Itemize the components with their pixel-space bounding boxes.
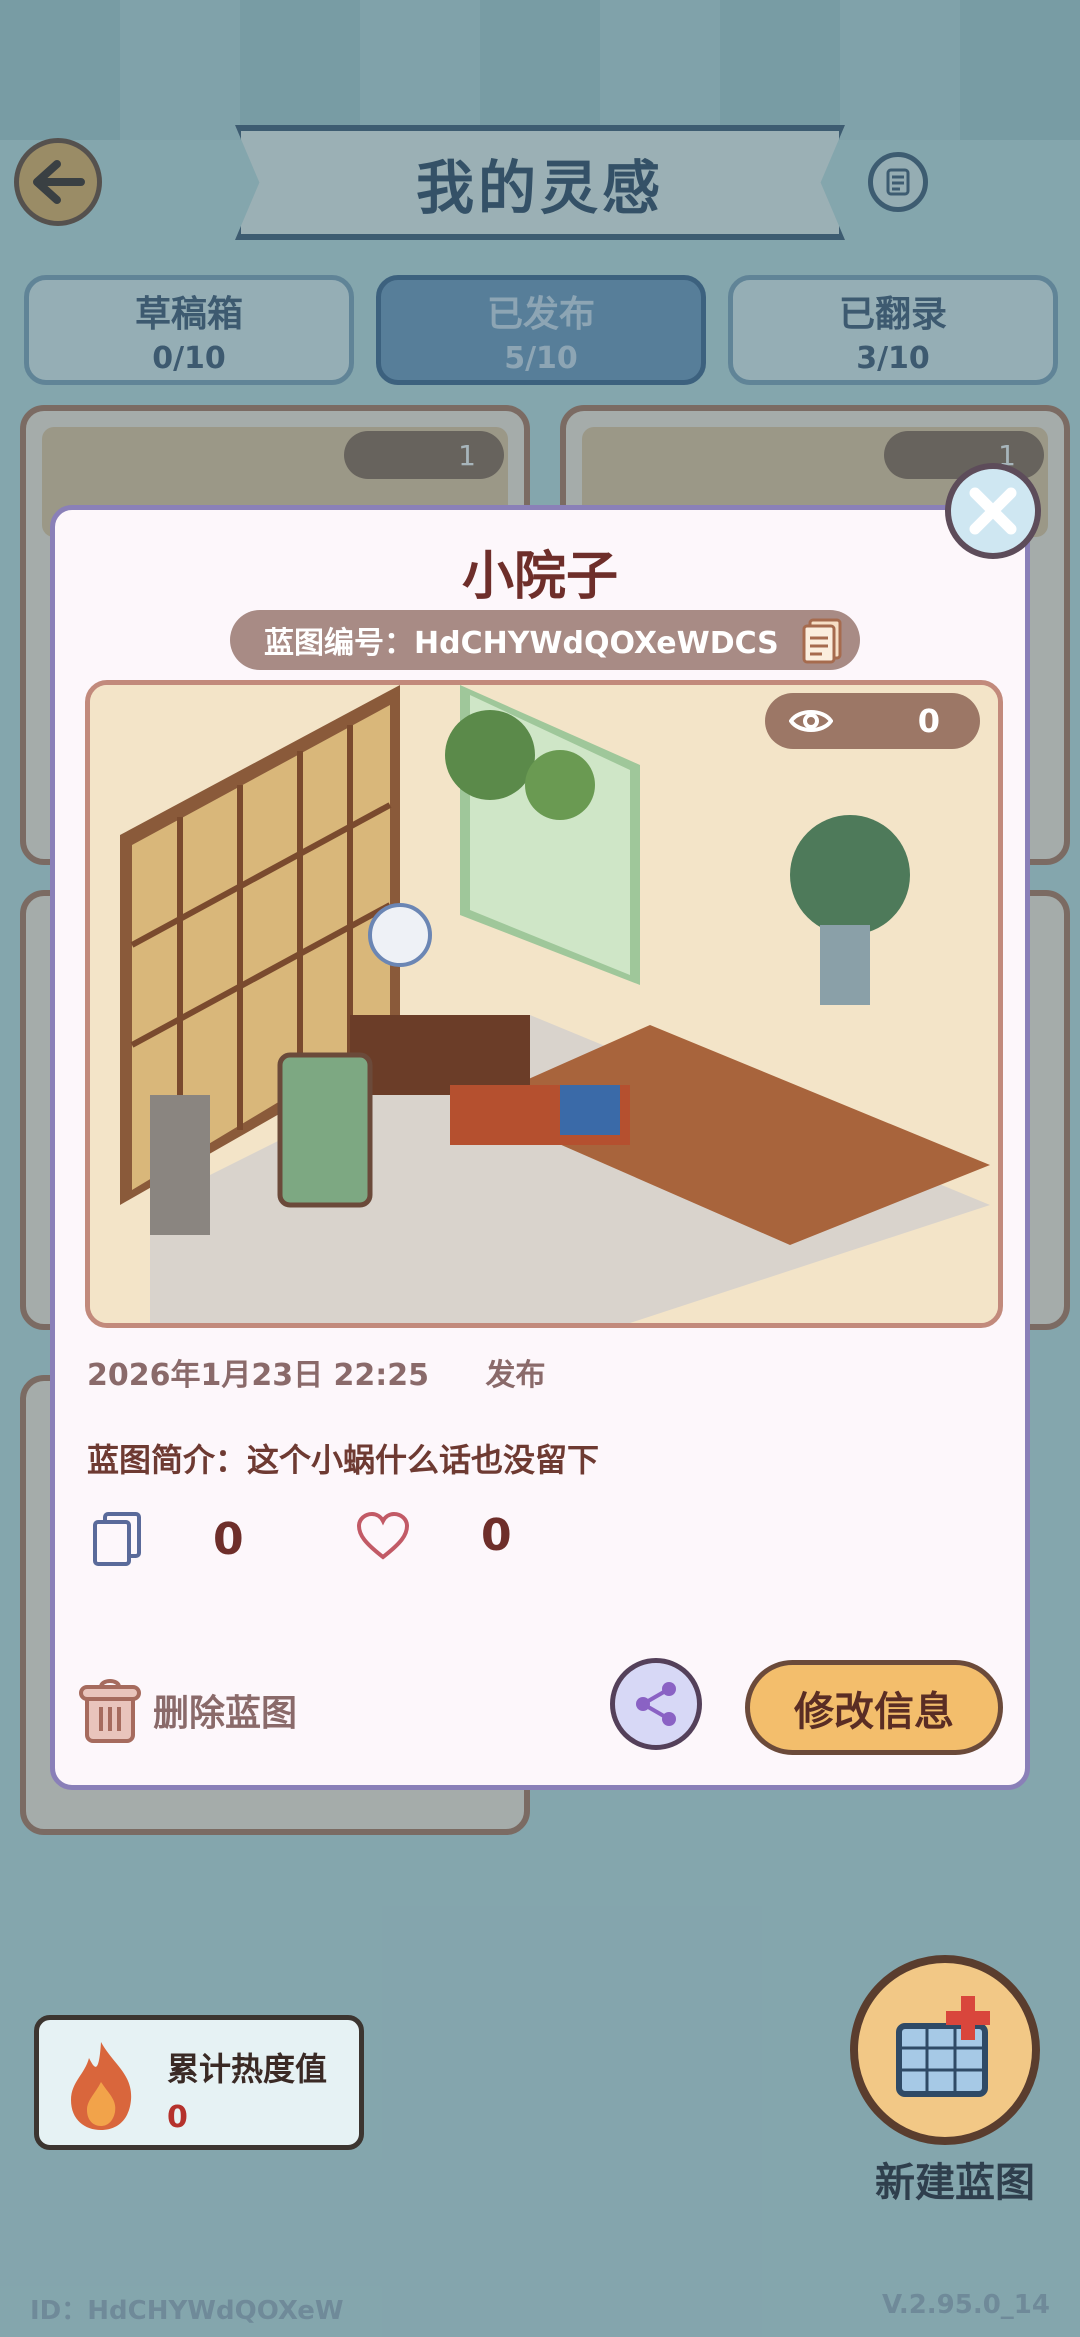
copy-count: 0	[91, 1510, 244, 1568]
new-blueprint-button[interactable]	[850, 1955, 1040, 2145]
new-blueprint-label: 新建蓝图	[875, 2160, 1035, 2206]
publish-date: 2026年1月23日 22:25	[87, 1358, 430, 1393]
eye-icon	[789, 710, 833, 732]
publish-info: 2026年1月23日 22:25 发布	[87, 1350, 546, 1394]
close-icon	[969, 487, 1017, 535]
copy-icon[interactable]	[800, 616, 846, 664]
user-id: ID：HdCHYWdQOXeW	[30, 2296, 344, 2326]
delete-blueprint-button[interactable]: 删除蓝图	[77, 1675, 297, 1745]
heat-label: 累计热度值	[167, 2050, 328, 2088]
copy-count-value: 0	[213, 1513, 244, 1565]
blueprint-description: 蓝图简介：这个小蜗什么话也没留下	[87, 1441, 600, 1479]
publish-status: 发布	[485, 1358, 546, 1393]
preview-view-count-value: 0	[917, 702, 940, 740]
close-button[interactable]	[945, 463, 1041, 559]
trash-icon	[79, 1679, 141, 1743]
copy-count-icon	[93, 1512, 141, 1566]
preview-view-count: 0	[765, 693, 980, 749]
room-illustration	[90, 685, 998, 1323]
share-icon	[636, 1682, 676, 1726]
blueprint-preview-image: 0	[85, 680, 1003, 1328]
fire-icon	[71, 2042, 132, 2130]
blueprint-code-text: 蓝图编号：HdCHYWdQOXeWDCS	[264, 626, 779, 661]
blueprint-title: 小院子	[461, 547, 618, 607]
heat-value: 0	[167, 2100, 188, 2135]
like-count: 0	[355, 1510, 512, 1561]
share-button[interactable]	[610, 1658, 702, 1750]
edit-info-button[interactable]: 修改信息	[745, 1660, 1003, 1755]
heat-panel: 累计热度值 0	[34, 2015, 364, 2150]
blueprint-code: 蓝图编号：HdCHYWdQOXeWDCS	[230, 610, 860, 670]
blueprint-detail-modal: 小院子 蓝图编号：HdCHYWdQOXeWDCS 0 2026年1月23日 22…	[50, 505, 1030, 1790]
new-blueprint-icon	[896, 1996, 990, 2097]
delete-blueprint-label: 删除蓝图	[153, 1693, 298, 1734]
heart-icon[interactable]	[355, 1511, 411, 1561]
app-version: V.2.95.0_14	[882, 2290, 1050, 2320]
like-count-value: 0	[481, 1510, 512, 1561]
